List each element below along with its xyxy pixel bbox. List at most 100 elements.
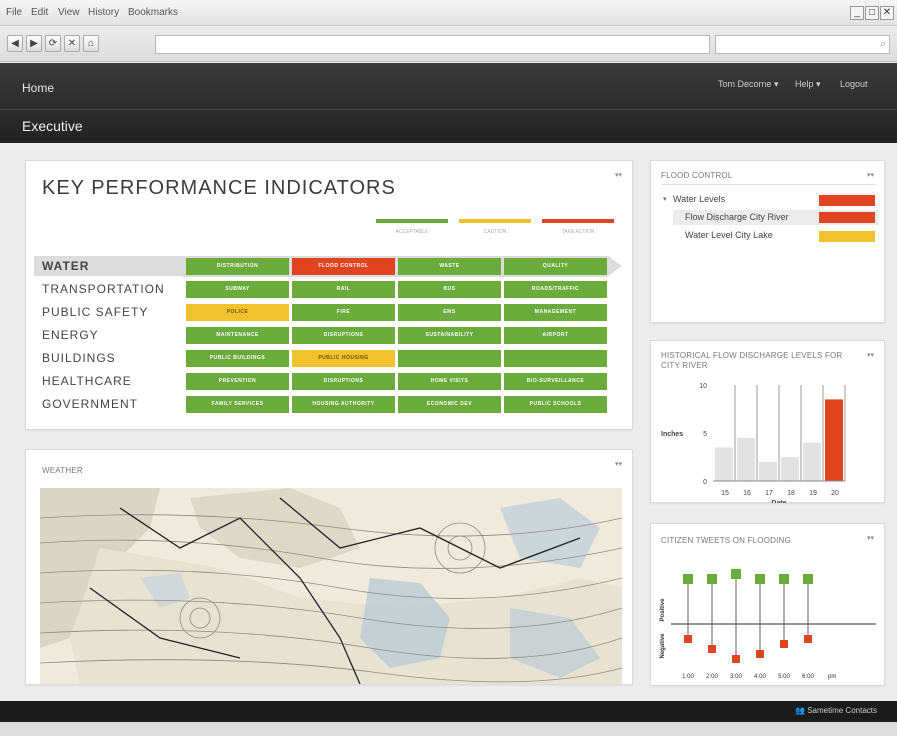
menu-bookmarks[interactable]: Bookmarks [128, 7, 178, 18]
flow-bar-chart: 15 16 17 18 19 20 0 5 10 Inches Date [661, 383, 846, 503]
negative-point[interactable] [732, 655, 740, 663]
weather-map[interactable] [40, 488, 622, 684]
kpi-cell[interactable]: FAMILY SERVICES [186, 396, 289, 413]
panel-menu-icon[interactable]: ▾▾ [867, 534, 874, 542]
kpi-cell[interactable]: PREVENTION [186, 373, 289, 390]
bar[interactable] [715, 447, 733, 481]
bar[interactable] [737, 437, 755, 481]
positive-point[interactable] [779, 574, 789, 584]
logout-link[interactable]: Logout [840, 79, 868, 89]
kpi-cell[interactable]: HOUSING AUTHORITY [292, 396, 395, 413]
kpi-cell[interactable] [504, 350, 607, 367]
kpi-cell[interactable]: ROADS/TRAFFIC [504, 281, 607, 298]
kpi-row-label: ENERGY [42, 328, 99, 342]
tree-expand-icon[interactable]: ▾ [663, 195, 667, 203]
kpi-cell[interactable]: SUBWAY [186, 281, 289, 298]
weather-title: WEATHER [42, 466, 83, 475]
stop-icon[interactable]: ✕ [64, 35, 80, 52]
bar[interactable] [759, 461, 777, 481]
kpi-cell[interactable]: EMS [398, 304, 501, 321]
negative-point[interactable] [804, 635, 812, 643]
kpi-title: KEY PERFORMANCE INDICATORS [42, 177, 396, 199]
y-axis-label: Inches [661, 431, 683, 438]
close-window-button[interactable]: ✕ [880, 6, 894, 20]
address-bar[interactable] [155, 35, 710, 54]
flood-item-water-levels[interactable]: Water Levels [673, 194, 725, 204]
bar[interactable] [825, 399, 843, 481]
kpi-cell[interactable]: FLOOD CONTROL [292, 258, 395, 275]
positive-point[interactable] [755, 574, 765, 584]
kpi-cell[interactable]: PUBLIC SCHOOLS [504, 396, 607, 413]
kpi-cell[interactable]: DISTRIBUTION [186, 258, 289, 275]
positive-point[interactable] [803, 574, 813, 584]
panel-menu-icon[interactable]: ▾▾ [867, 351, 874, 359]
kpi-cell[interactable]: DISRUPTIONS [292, 327, 395, 344]
kpi-cell[interactable]: WASTE [398, 258, 501, 275]
menu-history[interactable]: History [88, 7, 119, 18]
y-tick-label: 0 [703, 479, 707, 486]
negative-point[interactable] [684, 635, 692, 643]
negative-point[interactable] [780, 640, 788, 648]
minimize-button[interactable]: _ [850, 6, 864, 20]
weather-panel: WEATHER ▾▾ [25, 449, 633, 685]
flood-control-title: FLOOD CONTROL [661, 171, 733, 180]
sametime-contacts-button[interactable]: 👥 Sametime Contacts [795, 706, 877, 715]
forward-icon[interactable]: ▶ [26, 35, 42, 52]
kpi-cell[interactable]: PUBLIC HOUSING [292, 350, 395, 367]
kpi-cell[interactable]: BUS [398, 281, 501, 298]
x-tick-label: 6:00 [802, 674, 814, 680]
bar[interactable] [803, 442, 821, 481]
maximize-button[interactable]: □ [865, 6, 879, 20]
panel-menu-icon[interactable]: ▾▾ [615, 460, 622, 468]
menu-view[interactable]: View [58, 7, 80, 18]
kpi-cell[interactable]: FIRE [292, 304, 395, 321]
kpi-cell[interactable]: POLICE [186, 304, 289, 321]
positive-point[interactable] [683, 574, 693, 584]
x-tick-label: 20 [831, 490, 839, 497]
negative-point[interactable] [708, 645, 716, 653]
kpi-cell[interactable]: PUBLIC BUILDINGS [186, 350, 289, 367]
y-tick-label: 5 [703, 431, 707, 438]
home-link[interactable]: Home [22, 81, 54, 95]
negative-point[interactable] [756, 650, 764, 658]
back-icon[interactable]: ◀ [7, 35, 23, 52]
kpi-row-label: PUBLIC SAFETY [42, 305, 149, 319]
menu-edit[interactable]: Edit [31, 7, 48, 18]
kpi-cell[interactable] [398, 350, 501, 367]
kpi-cell[interactable]: SUSTAINABILITY [398, 327, 501, 344]
x-tick-label: 16 [743, 490, 751, 497]
kpi-cell[interactable]: QUALITY [504, 258, 607, 275]
menu-file[interactable]: File [6, 7, 22, 18]
kpi-cell[interactable]: ECONOMIC DEV [398, 396, 501, 413]
flood-control-panel: FLOOD CONTROL ▾▾ ▾ Water Levels Flow Dis… [650, 160, 885, 323]
browser-search-input[interactable]: ⌕ [715, 35, 890, 54]
tweets-chart: Positive Negative 1:00 2:00 3:00 4:00 5:00 6:00… [660, 569, 876, 680]
help-menu[interactable]: Help ▾ [795, 79, 821, 90]
panel-menu-icon[interactable]: ▾▾ [867, 171, 874, 179]
footer-bar: 👥 Sametime Contacts [0, 701, 897, 722]
flood-status-water-level-lake [819, 231, 875, 242]
kpi-cell[interactable]: MAINTENANCE [186, 327, 289, 344]
flood-item-flow-discharge[interactable]: Flow Discharge City River [685, 212, 789, 222]
legend-caution-label: CAUTION [483, 229, 507, 235]
kpi-cell[interactable]: HOME VISITS [398, 373, 501, 390]
flood-status-flow-discharge [819, 212, 875, 223]
reload-icon[interactable]: ⟳ [45, 35, 61, 52]
kpi-row-label: TRANSPORTATION [42, 282, 165, 296]
browser-menubar: File Edit View History Bookmarks _ □ ✕ [0, 0, 897, 26]
flood-item-water-level-lake[interactable]: Water Level City Lake [685, 230, 773, 240]
kpi-row-label: HEALTHCARE [42, 374, 132, 388]
kpi-cell[interactable]: MANAGEMENT [504, 304, 607, 321]
kpi-cell[interactable]: AIRPORT [504, 327, 607, 344]
kpi-cell[interactable]: RAIL [292, 281, 395, 298]
panel-menu-icon[interactable]: ▾▾ [615, 171, 622, 179]
home-icon[interactable]: ⌂ [83, 35, 99, 52]
positive-point[interactable] [731, 569, 741, 579]
kpi-cell[interactable]: BIO-SURVEILLANCE [504, 373, 607, 390]
user-menu[interactable]: Tom Decorne ▾ [718, 79, 779, 90]
bar[interactable] [781, 457, 799, 481]
tweets-panel: CITIZEN TWEETS ON FLOODING ▾▾ Positive Ne… [650, 523, 885, 686]
positive-point[interactable] [707, 574, 717, 584]
kpi-cell[interactable]: DISRUPTIONS [292, 373, 395, 390]
search-icon[interactable]: ⌕ [880, 38, 886, 51]
